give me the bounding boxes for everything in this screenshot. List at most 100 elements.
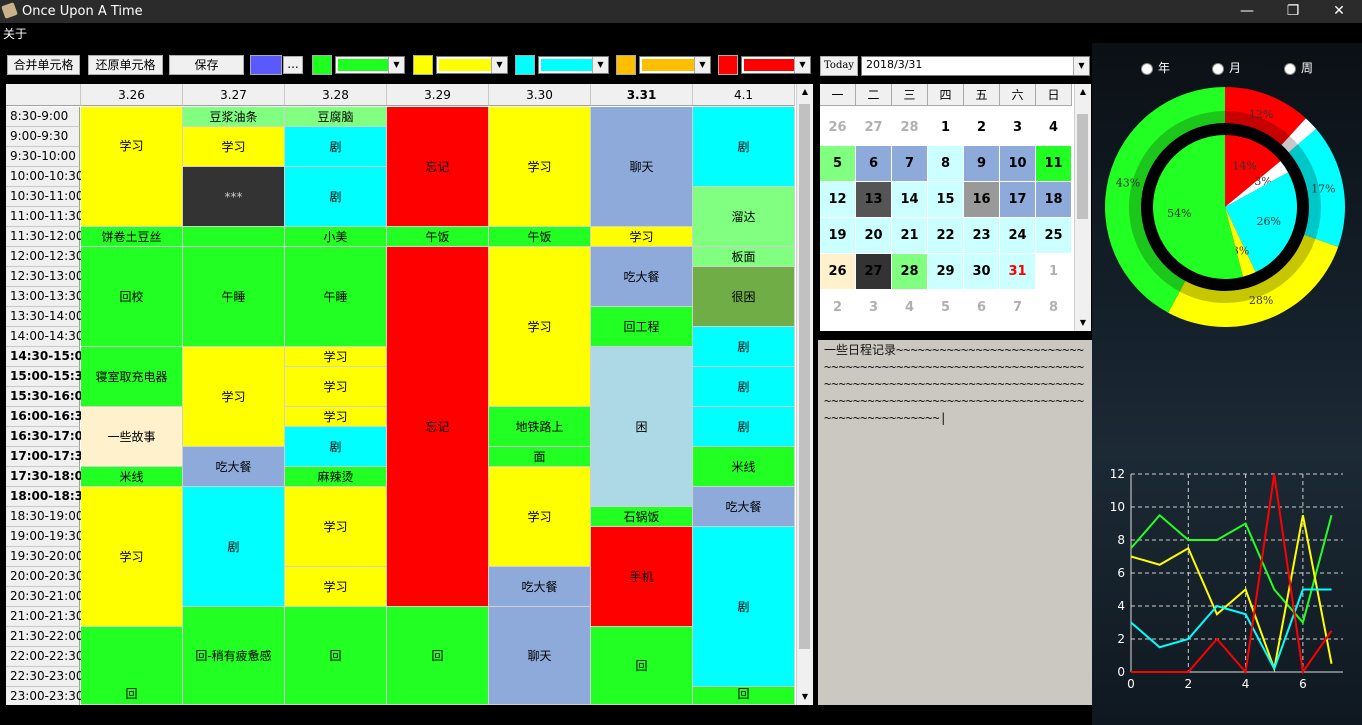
schedule-cell[interactable]: 剧 xyxy=(693,107,795,187)
time-row-header[interactable]: 20:00-20:30 xyxy=(6,567,84,587)
calendar-day[interactable]: 25 xyxy=(1036,218,1071,253)
time-row-header[interactable]: 9:00-9:30 xyxy=(6,127,80,147)
time-row-header[interactable]: 15:30-16:00 xyxy=(6,387,91,407)
calendar-day[interactable]: 7 xyxy=(892,146,927,181)
calendar-scrollbar[interactable]: ▲ ▼ xyxy=(1074,84,1091,331)
schedule-cell[interactable]: 学习 xyxy=(285,367,387,407)
time-row-header[interactable]: 8:30-9:00 xyxy=(6,107,80,127)
schedule-cell[interactable]: 回 xyxy=(591,627,693,705)
merge-cells-button[interactable]: 合并单元格 xyxy=(7,55,80,75)
schedule-cell[interactable]: 午睡 xyxy=(183,247,285,347)
calendar-day[interactable]: 28 xyxy=(892,254,927,289)
time-row-header[interactable]: 22:30-23:00 xyxy=(6,667,84,687)
calendar-day[interactable]: 26 xyxy=(820,254,855,289)
column-header-3.28[interactable]: 3.28 xyxy=(285,84,387,106)
schedule-cell[interactable]: 吃大餐 xyxy=(591,247,693,307)
schedule-cell[interactable]: 饼卷土豆丝 xyxy=(81,227,183,247)
schedule-cell[interactable]: 吃大餐 xyxy=(489,567,591,607)
calendar-day[interactable]: 3 xyxy=(1000,110,1035,145)
calendar-day[interactable]: 12 xyxy=(820,182,855,217)
schedule-cell[interactable]: 麻辣烫 xyxy=(285,467,387,487)
schedule-cell[interactable]: 小美 xyxy=(285,227,387,247)
schedule-cell[interactable]: 米线 xyxy=(693,447,795,487)
schedule-cell[interactable]: 手机 xyxy=(591,527,693,627)
schedule-cell[interactable]: 学习 xyxy=(285,487,387,567)
column-header-3.26[interactable]: 3.26 xyxy=(81,84,183,106)
color-select-orange[interactable]: ▼ xyxy=(639,56,711,74)
schedule-cell[interactable]: 聊天 xyxy=(489,607,591,705)
date-picker[interactable]: 2018/3/31 ▼ xyxy=(861,56,1090,76)
schedule-cell[interactable]: 学习 xyxy=(285,347,387,367)
time-row-header[interactable]: 10:30-11:00 xyxy=(6,187,84,207)
close-button[interactable]: ✕ xyxy=(1316,0,1362,23)
calendar-day[interactable]: 31 xyxy=(1000,254,1035,289)
time-row-header[interactable]: 23:00-23:30 xyxy=(6,687,84,705)
scroll-down-icon[interactable]: ▼ xyxy=(797,689,813,705)
schedule-cell[interactable]: 回校 xyxy=(81,247,183,347)
time-row-header[interactable]: 10:00-10:30 xyxy=(6,167,84,187)
schedule-cell[interactable]: 石锅饭 xyxy=(591,507,693,527)
schedule-cell[interactable]: *** xyxy=(183,167,285,227)
calendar-day[interactable]: 2 xyxy=(964,110,999,145)
time-row-header[interactable]: 22:00-22:30 xyxy=(6,647,84,667)
schedule-cell[interactable]: 吃大餐 xyxy=(183,447,285,487)
more-colors-button[interactable]: ... xyxy=(283,56,303,74)
time-row-header[interactable]: 16:00-16:30 xyxy=(6,407,91,427)
time-row-header[interactable]: 17:00-17:30 xyxy=(6,447,91,467)
calendar-day[interactable]: 10 xyxy=(1000,146,1035,181)
color-swatch-cyan[interactable] xyxy=(515,55,535,75)
schedule-cell[interactable]: 学习 xyxy=(285,407,387,427)
calendar-day[interactable]: 19 xyxy=(820,218,855,253)
schedule-cell[interactable]: 米线 xyxy=(81,467,183,487)
calendar-day[interactable]: 27 xyxy=(856,110,891,145)
schedule-cell[interactable]: 学习 xyxy=(285,567,387,607)
calendar-day[interactable]: 5 xyxy=(820,146,855,181)
time-row-header[interactable]: 14:30-15:00 xyxy=(6,347,91,367)
schedule-cell[interactable]: 豆浆油条 xyxy=(183,107,285,127)
calendar-day[interactable]: 18 xyxy=(1036,182,1071,217)
schedule-cell[interactable]: 学习 xyxy=(183,347,285,447)
color-select-red[interactable]: ▼ xyxy=(741,56,811,74)
schedule-cell[interactable]: 聊天 xyxy=(591,107,693,227)
time-row-header[interactable]: 14:00-14:30 xyxy=(6,327,84,347)
schedule-cell[interactable]: 剧 xyxy=(285,127,387,167)
calendar-day[interactable]: 9 xyxy=(964,146,999,181)
calendar-day[interactable]: 4 xyxy=(892,290,927,325)
menu-about[interactable]: 关于 xyxy=(3,25,27,42)
calendar-day[interactable]: 20 xyxy=(856,218,891,253)
time-row-header[interactable]: 18:00-18:30 xyxy=(6,487,91,507)
schedule-cell[interactable]: 剧 xyxy=(693,327,795,367)
time-row-header[interactable]: 9:30-10:00 xyxy=(6,147,80,167)
calendar-day[interactable]: 13 xyxy=(856,182,891,217)
calendar-day[interactable]: 7 xyxy=(1000,290,1035,325)
today-button[interactable]: Today xyxy=(820,56,858,76)
column-header-3.27[interactable]: 3.27 xyxy=(183,84,285,106)
calendar-day[interactable]: 11 xyxy=(1036,146,1071,181)
schedule-cell[interactable]: 板面 xyxy=(693,247,795,267)
scroll-thumb[interactable] xyxy=(799,104,810,649)
calendar-day[interactable]: 15 xyxy=(928,182,963,217)
calendar-day[interactable]: 1 xyxy=(1036,254,1071,289)
column-header-3.30[interactable]: 3.30 xyxy=(489,84,591,106)
schedule-cell[interactable]: 回 xyxy=(285,607,387,705)
time-row-header[interactable]: 16:30-17:00 xyxy=(6,427,91,447)
schedule-cell[interactable]: 回-稍有疲惫感 xyxy=(183,607,285,705)
schedule-cell[interactable]: 学习 xyxy=(489,107,591,227)
calendar-day[interactable]: 27 xyxy=(856,254,891,289)
schedule-cell[interactable]: 吃大餐 xyxy=(693,487,795,527)
schedule-cell[interactable]: 溜达 xyxy=(693,187,795,247)
calendar-day[interactable]: 1 xyxy=(928,110,963,145)
schedule-cell[interactable]: 豆腐脑 xyxy=(285,107,387,127)
radio-year[interactable]: 年 xyxy=(1141,59,1170,76)
schedule-cell[interactable]: 地铁路上 xyxy=(489,407,591,447)
color-swatch-orange[interactable] xyxy=(616,55,636,75)
time-row-header[interactable]: 12:30-13:00 xyxy=(6,267,84,287)
color-select-cyan[interactable]: ▼ xyxy=(538,56,609,74)
calendar-day[interactable]: 29 xyxy=(928,254,963,289)
save-button[interactable]: 保存 xyxy=(169,55,244,75)
color-select-yellow[interactable]: ▼ xyxy=(436,56,508,74)
color-select-green[interactable]: ▼ xyxy=(335,56,405,74)
schedule-cell[interactable]: 困 xyxy=(591,347,693,507)
calendar-day[interactable]: 24 xyxy=(1000,218,1035,253)
schedule-cell[interactable]: 学习 xyxy=(489,247,591,407)
